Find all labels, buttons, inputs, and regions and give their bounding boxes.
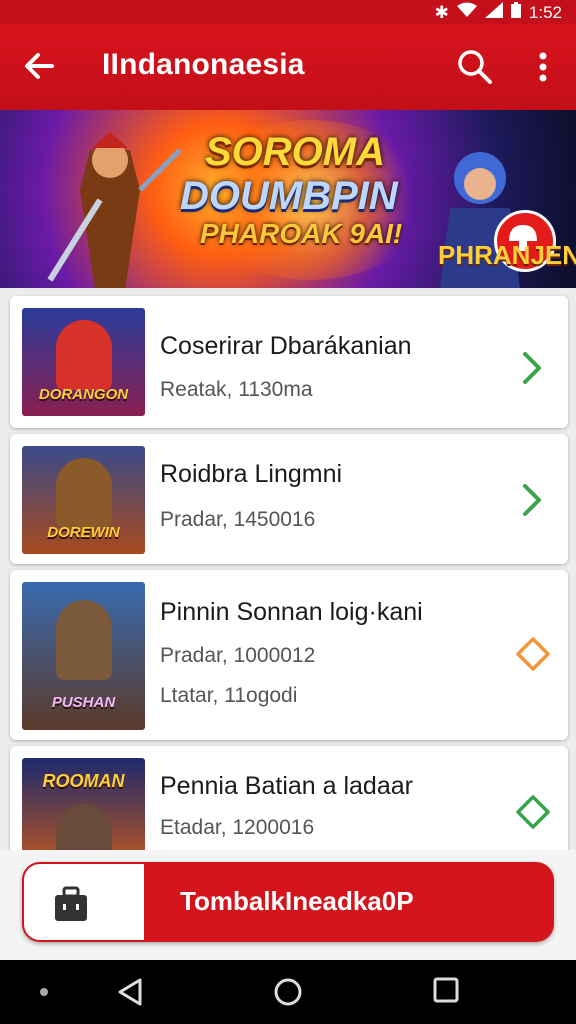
game-detail: Ltatar, 11ogodi — [160, 684, 298, 707]
nav-back-icon[interactable] — [114, 976, 146, 1008]
chevron-right-icon[interactable] — [515, 794, 551, 830]
wifi-icon — [456, 2, 477, 23]
nav-home-icon[interactable] — [272, 976, 304, 1008]
chevron-right-icon[interactable] — [515, 482, 551, 518]
search-icon[interactable] — [456, 48, 494, 86]
briefcase-icon — [55, 886, 87, 921]
list-item[interactable]: PUSHAN Pinnin Sonnan loig·kani Pradar, 1… — [10, 570, 568, 740]
more-vert-icon[interactable] — [530, 48, 556, 86]
primary-cta-button[interactable]: TombalkIneadka0P — [22, 862, 554, 942]
back-arrow-icon[interactable] — [22, 48, 58, 84]
signal-icon — [484, 2, 503, 23]
footer: TombalkIneadka0P — [0, 850, 576, 960]
game-detail: Etadar, 1200016 — [160, 816, 315, 839]
battery-icon — [510, 2, 521, 23]
clock: 1:52 — [528, 2, 562, 22]
bluetooth-icon: ✱ — [434, 2, 449, 22]
game-title: Pennia Batian a ladaar — [160, 772, 413, 800]
game-detail: Pradar, 1000012 — [160, 644, 316, 667]
game-title: Pinnin Sonnan loig·kani — [160, 598, 423, 626]
promo-banner[interactable]: SOROMA DOUMBPIN PHAROAK 9AI! PHRANJEN — [0, 110, 576, 288]
list-item[interactable]: DOREWIN Roidbra Lingmni Pradar, 1450016 — [10, 434, 568, 564]
hero-figure-left — [47, 132, 182, 288]
list-item[interactable]: DORANGON Coserirar Dbarákanian Reatak, 1… — [10, 296, 568, 428]
nav-recents-icon[interactable] — [432, 976, 460, 1004]
game-title: Coserirar Dbarákanian — [160, 332, 412, 360]
game-detail: Pradar, 1450016 — [160, 508, 316, 531]
cta-icon-box — [22, 862, 146, 942]
page-title: IIndanonaesia — [102, 48, 305, 81]
game-list: DORANGON Coserirar Dbarákanian Reatak, 1… — [0, 288, 576, 850]
game-thumbnail: DORANGON — [22, 308, 145, 416]
game-detail: Reatak, 1130ma — [160, 378, 313, 401]
game-thumbnail: PUSHAN — [22, 582, 145, 730]
game-thumbnail: ROOMAN — [22, 758, 145, 850]
chevron-right-icon[interactable] — [515, 350, 551, 386]
banner-headline-1: SOROMA — [205, 130, 385, 174]
game-title: Roidbra Lingmni — [160, 460, 343, 488]
banner-headline-2: DOUMBPIN — [180, 174, 398, 218]
banner-headline-3: PHAROAK 9AI! — [200, 218, 403, 249]
app-bar: IIndanonaesia — [0, 24, 576, 110]
system-nav-bar — [0, 960, 576, 1024]
chevron-right-icon[interactable] — [515, 636, 551, 672]
cta-label: TombalkIneadka0P — [180, 886, 414, 916]
status-bar: ✱ 1:52 — [0, 0, 576, 24]
game-thumbnail: DOREWIN — [22, 446, 145, 554]
nav-dot-icon — [40, 988, 48, 996]
list-item[interactable]: ROOMAN Pennia Batian a ladaar Etadar, 12… — [10, 746, 568, 850]
banner-logo: PHRANJEN — [438, 240, 576, 270]
